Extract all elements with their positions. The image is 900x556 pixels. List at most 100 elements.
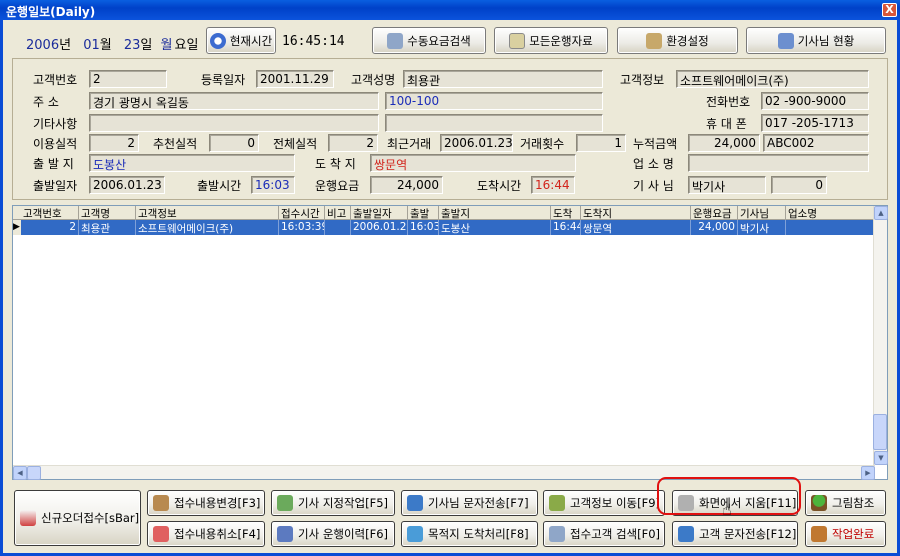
dispatch-table[interactable]: 고객번호 고객명 고객정보 접수시간 비고 출발일자 출발 출발지 도착 도착지… — [12, 205, 888, 480]
calendar-icon — [277, 526, 293, 542]
customer-info-field[interactable]: 소프트웨어메이크(주) — [676, 70, 869, 88]
cell-receipt-time[interactable]: 16:03:39 — [279, 220, 325, 235]
total-label: 전체실적 — [273, 137, 318, 151]
document-icon — [509, 32, 526, 49]
search-customer-button[interactable]: 접수고객 검색[F0] — [543, 521, 665, 547]
dep-date-field[interactable]: 2006.01.23 — [89, 176, 165, 194]
cell-dep-time[interactable]: 16:03 — [408, 220, 439, 235]
address-label: 주 소 — [33, 95, 59, 109]
arrival-process-label: 목적지 도착처리[F8] — [428, 527, 529, 541]
tx-count-field[interactable]: 1 — [576, 134, 626, 152]
people-search-icon — [387, 32, 404, 49]
etc-field[interactable] — [89, 114, 379, 132]
fare-label: 운행요금 — [315, 179, 360, 193]
cell-departure[interactable]: 도봉산 — [439, 220, 551, 235]
change-receipt-label: 접수내용변경[F3] — [174, 496, 261, 510]
computer-icon — [777, 32, 794, 49]
horizontal-scroll-thumb[interactable] — [27, 466, 41, 480]
business-field[interactable] — [688, 154, 869, 172]
cell-fare[interactable]: 24,000 — [691, 220, 738, 235]
arrival-process-button[interactable]: 목적지 도착처리[F8] — [401, 521, 538, 547]
fare-field[interactable]: 24,000 — [370, 176, 443, 194]
dep-time-field[interactable]: 16:03 — [251, 176, 295, 194]
move-customer-button[interactable]: 고객정보 이동[F9] — [543, 490, 665, 516]
customer-code-field[interactable]: ABC002 — [763, 134, 869, 152]
etc-field-2[interactable] — [385, 114, 603, 132]
table-row[interactable]: ▶ 2 최용관 소프트웨어메이크(주) 16:03:39 2006.01.23 … — [13, 220, 875, 235]
mobile-field[interactable]: 017 -205-1713 — [761, 114, 869, 132]
usage-field[interactable]: 2 — [89, 134, 139, 152]
cell-dep-date[interactable]: 2006.01.23 — [351, 220, 408, 235]
vertical-scrollbar[interactable]: ▲ ▼ — [873, 206, 888, 465]
vertical-scroll-thumb[interactable] — [873, 414, 887, 450]
address-field[interactable]: 경기 광명시 옥길동 — [89, 92, 379, 110]
scroll-right-icon[interactable]: ▶ — [861, 466, 875, 480]
address-detail-field[interactable]: 100-100 — [385, 92, 603, 110]
picture-ref-button[interactable]: 그림참조 — [805, 490, 886, 516]
arr-time-field[interactable]: 16:44 — [531, 176, 575, 194]
tx-count-label: 거래횟수 — [520, 137, 565, 151]
col-customer-info[interactable]: 고객정보 — [136, 206, 279, 220]
scroll-down-icon[interactable]: ▼ — [874, 451, 888, 465]
col-driver[interactable]: 기사님 — [738, 206, 786, 220]
cell-arrival[interactable]: 쌍문역 — [581, 220, 691, 235]
col-dep-date[interactable]: 출발일자 — [351, 206, 408, 220]
col-receipt-time[interactable]: 접수시간 — [279, 206, 325, 220]
scroll-left-icon[interactable]: ◀ — [13, 466, 27, 480]
cell-customer-name[interactable]: 최용관 — [79, 220, 136, 235]
complete-button[interactable]: 작업완료 — [805, 521, 886, 547]
cell-arr-time[interactable]: 16:44 — [551, 220, 581, 235]
departure-field[interactable]: 도봉산 — [89, 154, 295, 172]
driver-history-button[interactable]: 기사 운행이력[F6] — [271, 521, 395, 547]
hand-cursor-icon: ☝ — [722, 500, 732, 519]
col-dep-time[interactable]: 출발 — [408, 206, 439, 220]
cell-business[interactable] — [786, 220, 875, 235]
table-header: 고객번호 고객명 고객정보 접수시간 비고 출발일자 출발 출발지 도착 도착지… — [13, 206, 875, 220]
customer-name-field[interactable]: 최용관 — [403, 70, 603, 88]
recommend-field[interactable]: 0 — [209, 134, 259, 152]
manual-fee-search-button[interactable]: 수동요금검색 — [372, 27, 486, 54]
cell-customer-no[interactable]: 2 — [21, 220, 79, 235]
assign-driver-button[interactable]: 기사 지정작업[F5] — [271, 490, 395, 516]
phone-field[interactable]: 02 -900-9000 — [761, 92, 869, 110]
scroll-up-icon[interactable]: ▲ — [874, 206, 888, 220]
settings-button[interactable]: 환경설정 — [617, 27, 738, 54]
cell-customer-info[interactable]: 소프트웨어메이크(주) — [136, 220, 279, 235]
driver-field[interactable]: 박기사 — [688, 176, 766, 194]
cancel-receipt-button[interactable]: 접수내용취소[F4] — [147, 521, 265, 547]
customer-sms-label: 고객 문자전송[F12] — [699, 527, 797, 541]
new-order-button[interactable]: 신규오더접수[sBar] — [14, 490, 141, 546]
driver-label: 기 사 님 — [633, 179, 674, 193]
total-field[interactable]: 2 — [328, 134, 378, 152]
driver-status-button[interactable]: 기사님 현황 — [746, 27, 886, 54]
cell-note[interactable] — [325, 220, 351, 235]
col-business[interactable]: 업소명 — [786, 206, 875, 220]
current-time-value: 16:45:14 — [282, 34, 345, 49]
current-time-button[interactable]: 현재시간 — [206, 27, 276, 54]
customer-no-field[interactable]: 2 — [89, 70, 167, 88]
driver-history-label: 기사 운행이력[F6] — [298, 527, 389, 541]
col-departure[interactable]: 출발지 — [439, 206, 551, 220]
driver-sms-button[interactable]: 기사님 문자전송[F7] — [401, 490, 538, 516]
dep-date-label: 출발일자 — [33, 179, 78, 193]
col-fare[interactable]: 운행요금 — [691, 206, 738, 220]
driver-count-field[interactable]: 0 — [771, 176, 827, 194]
col-note[interactable]: 비고 — [325, 206, 351, 220]
cell-driver[interactable]: 박기사 — [738, 220, 786, 235]
customer-sms-button[interactable]: 고객 문자전송[F12] — [672, 521, 798, 547]
col-customer-name[interactable]: 고객명 — [79, 206, 136, 220]
close-button[interactable]: X — [882, 3, 897, 17]
change-receipt-button[interactable]: 접수내용변경[F3] — [147, 490, 265, 516]
col-arr-time[interactable]: 도착 — [551, 206, 581, 220]
assign-driver-label: 기사 지정작업[F5] — [298, 496, 389, 510]
all-records-button[interactable]: 모든운행자료 — [494, 27, 608, 54]
reg-date-field[interactable]: 2001.11.29 — [256, 70, 334, 88]
recent-field[interactable]: 2006.01.23 — [440, 134, 513, 152]
arrival-field[interactable]: 쌍문역 — [370, 154, 576, 172]
cumulative-field[interactable]: 24,000 — [688, 134, 760, 152]
clock-icon — [209, 32, 226, 49]
col-arrival[interactable]: 도착지 — [581, 206, 691, 220]
month-suffix: 월 — [99, 38, 112, 53]
col-customer-no[interactable]: 고객번호 — [21, 206, 79, 220]
year-suffix: 년 — [59, 38, 72, 53]
